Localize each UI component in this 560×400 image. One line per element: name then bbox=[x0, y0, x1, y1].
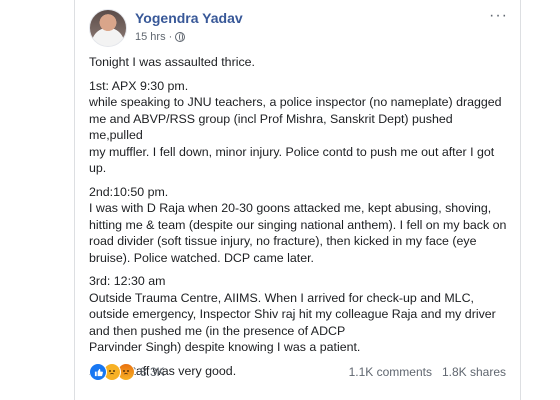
reaction-count[interactable]: 8.3K bbox=[140, 365, 165, 379]
reactions-summary[interactable]: 8.3K bbox=[89, 363, 165, 381]
post-body: Tonight I was assaulted thrice. 1st: APX … bbox=[89, 54, 509, 386]
author-name[interactable]: Yogendra Yadav bbox=[135, 10, 243, 26]
post-text-line: outside emergency, Inspector Shiv raj hi… bbox=[89, 307, 496, 321]
post-paragraph: 2nd:10:50 pm. I was with D Raja when 20-3… bbox=[89, 184, 509, 267]
post-text-line: hitting me & team (despite our singing n… bbox=[89, 217, 507, 232]
post-text-line: up. bbox=[89, 161, 107, 175]
post-footer: 8.3K 1.1K comments 1.8K shares bbox=[89, 362, 506, 382]
post-text-line: my muffler. I fell down, minor injury. P… bbox=[89, 144, 495, 159]
post-text-line: me and ABVP/RSS group (incl Prof Mishra,… bbox=[89, 111, 453, 143]
post-text-line: and then pushed me (in the presence of A… bbox=[89, 323, 346, 338]
post-text-line: bruise). Police watched. DCP came later. bbox=[89, 250, 314, 265]
engagement-stats: 1.1K comments 1.8K shares bbox=[349, 365, 506, 379]
post-text-line: 1st: APX 9:30 pm. bbox=[89, 78, 189, 93]
post-meta: 15 hrs · bbox=[135, 31, 186, 43]
post-text-line: while speaking to JNU teachers, a police… bbox=[89, 95, 502, 109]
post-paragraph: 1st: APX 9:30 pm. while speaking to JNU t… bbox=[89, 78, 509, 177]
post-paragraph: 3rd: 12:30 am Outside Trauma Centre, AIIM… bbox=[89, 273, 509, 356]
post-header: Yogendra Yadav 15 hrs · ··· bbox=[89, 8, 510, 49]
comments-count[interactable]: 1.1K comments bbox=[349, 365, 432, 379]
author-avatar[interactable] bbox=[89, 9, 127, 47]
post-text-line: Tonight I was assaulted thrice. bbox=[89, 55, 255, 69]
post-text-line: I was with D Raja when 20-30 goons attac… bbox=[89, 201, 492, 215]
more-options-icon[interactable]: ··· bbox=[489, 8, 508, 24]
meta-separator: · bbox=[168, 31, 173, 43]
shares-count[interactable]: 1.8K shares bbox=[442, 365, 506, 379]
post-paragraph: Tonight I was assaulted thrice. bbox=[89, 54, 509, 71]
post-text-line: 3rd: 12:30 am bbox=[89, 274, 166, 288]
globe-icon bbox=[175, 32, 186, 42]
post-text-line: Parvinder Singh) despite knowing I was a… bbox=[89, 340, 361, 354]
post-time[interactable]: 15 hrs bbox=[135, 31, 166, 43]
post-text-line: road divider (soft tissue injury, no fra… bbox=[89, 234, 477, 248]
post-text-line: 2nd:10:50 pm. bbox=[89, 184, 169, 199]
like-icon bbox=[89, 363, 107, 381]
post-text-line: Outside Trauma Centre, AIIMS. When I arr… bbox=[89, 290, 474, 305]
facebook-post-card: Yogendra Yadav 15 hrs · ··· Tonight I wa… bbox=[74, 0, 521, 400]
